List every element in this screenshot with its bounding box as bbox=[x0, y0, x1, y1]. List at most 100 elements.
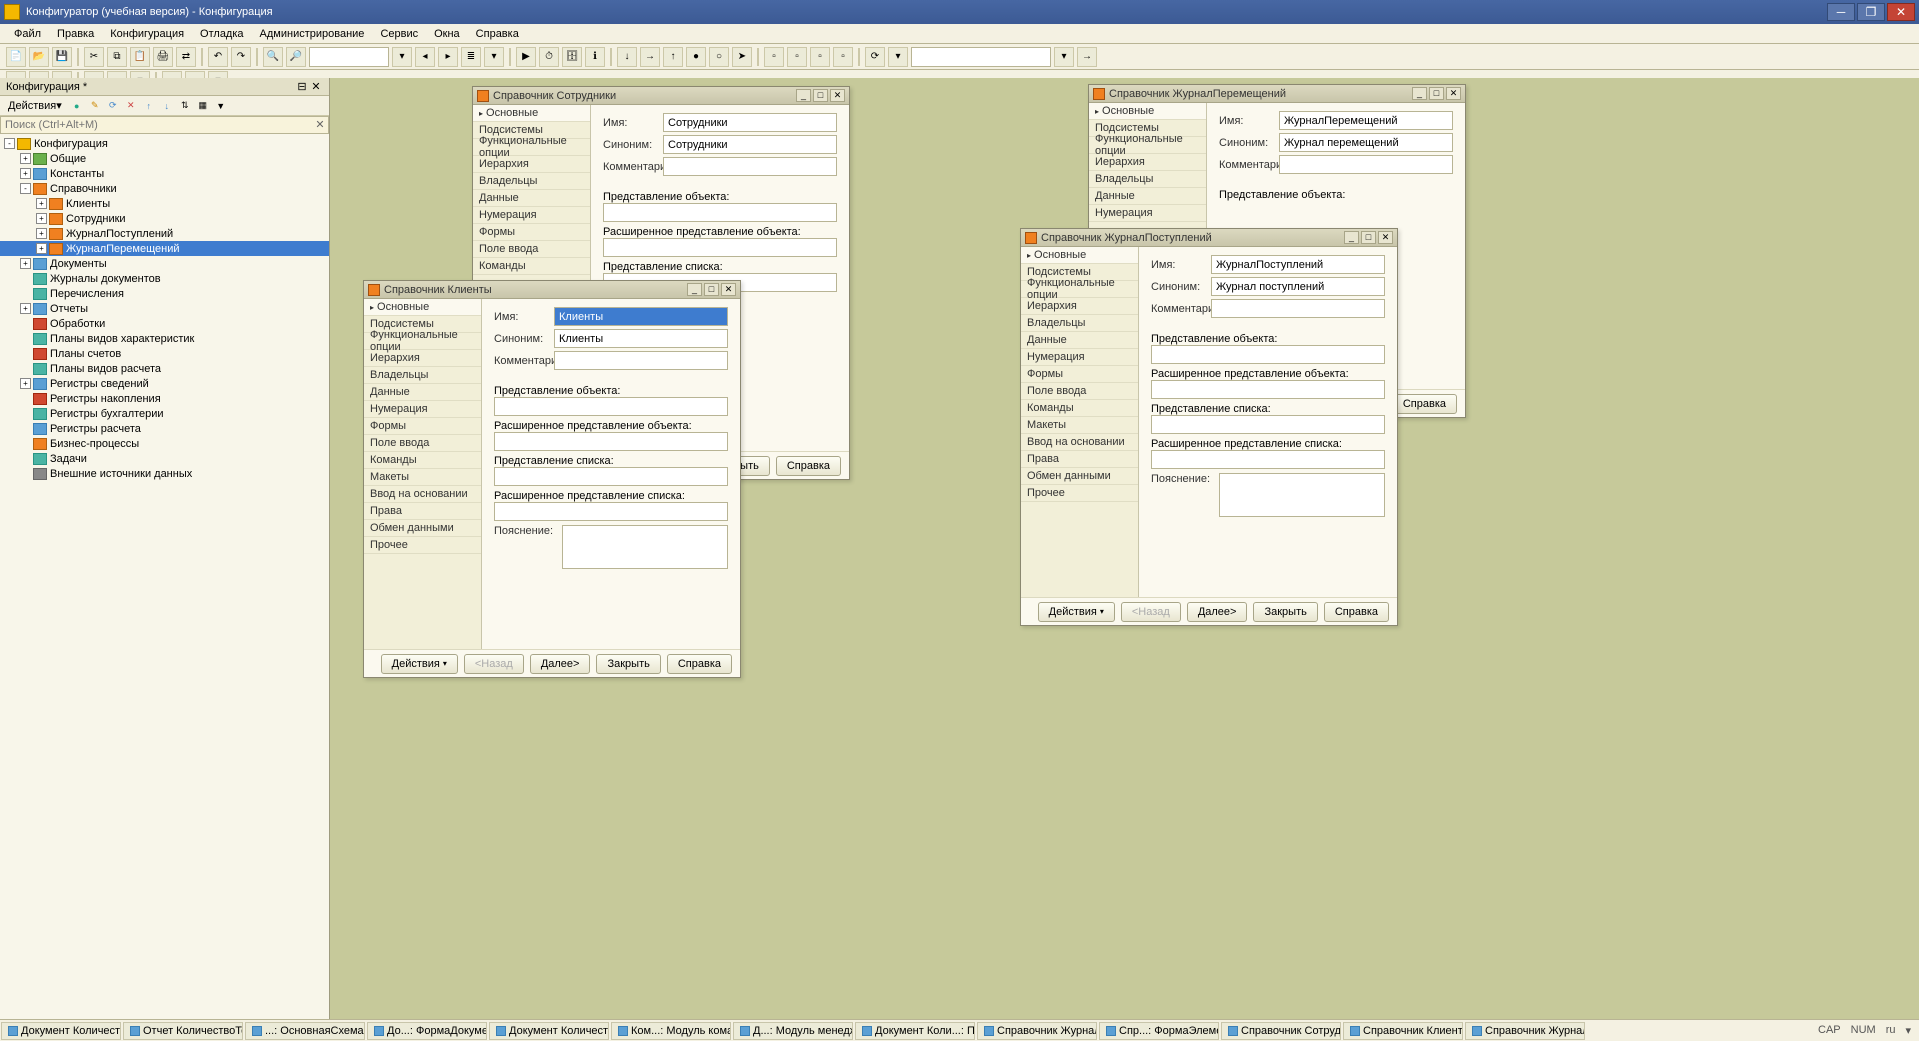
comment-field[interactable] bbox=[1211, 299, 1385, 318]
compare-icon[interactable]: ⇄ bbox=[176, 47, 196, 67]
close-icon[interactable]: ✕ bbox=[1446, 87, 1461, 100]
help-icon[interactable]: ℹ bbox=[585, 47, 605, 67]
tab-Нумерация[interactable]: Нумерация bbox=[1089, 205, 1206, 222]
tab-Формы[interactable]: Формы bbox=[473, 224, 590, 241]
expand-icon[interactable]: - bbox=[4, 138, 15, 149]
comment-field[interactable] bbox=[663, 157, 837, 176]
next-button[interactable]: Далее> bbox=[530, 654, 591, 674]
name-field[interactable] bbox=[1279, 111, 1453, 130]
expand-icon[interactable]: + bbox=[36, 243, 47, 254]
tree-node[interactable]: +Общие bbox=[0, 151, 329, 166]
tab-Обмен данными[interactable]: Обмен данными bbox=[1021, 468, 1138, 485]
tab-Основные[interactable]: Основные bbox=[364, 299, 481, 316]
panel-close-icon[interactable]: ✕ bbox=[309, 80, 323, 94]
actions-button[interactable]: Действия▾ bbox=[381, 654, 458, 674]
comment-field[interactable] bbox=[1279, 155, 1453, 174]
bp-icon[interactable]: ● bbox=[686, 47, 706, 67]
task-button[interactable]: Справочник Сотрудники bbox=[1221, 1022, 1341, 1040]
explanation-field[interactable] bbox=[562, 525, 728, 569]
tree-node[interactable]: Планы видов характеристик bbox=[0, 331, 329, 346]
task-button[interactable]: До...: ФормаДокумента bbox=[367, 1022, 487, 1040]
w4-icon[interactable]: ▫ bbox=[833, 47, 853, 67]
tree-node[interactable]: Перечисления bbox=[0, 286, 329, 301]
menu-help[interactable]: Справка bbox=[468, 26, 527, 42]
tab-Формы[interactable]: Формы bbox=[1021, 366, 1138, 383]
menu-admin[interactable]: Администрирование bbox=[252, 26, 373, 42]
tab-Поле ввода[interactable]: Поле ввода bbox=[1021, 383, 1138, 400]
comment-field[interactable] bbox=[554, 351, 728, 370]
redo-icon[interactable]: ↷ bbox=[231, 47, 251, 67]
tree-node[interactable]: Регистры накопления bbox=[0, 391, 329, 406]
tab-Функциональные опции[interactable]: Функциональные опции bbox=[1089, 137, 1206, 154]
tab-Обмен данными[interactable]: Обмен данными bbox=[364, 520, 481, 537]
expand-icon[interactable]: + bbox=[20, 303, 31, 314]
menu-file[interactable]: Файл bbox=[6, 26, 49, 42]
tab-Данные[interactable]: Данные bbox=[473, 190, 590, 207]
tree-node[interactable]: Внешние источники данных bbox=[0, 466, 329, 481]
name-field[interactable] bbox=[663, 113, 837, 132]
step-in-icon[interactable]: ↓ bbox=[617, 47, 637, 67]
max-icon[interactable]: □ bbox=[1361, 231, 1376, 244]
tab-Функциональные опции[interactable]: Функциональные опции bbox=[473, 139, 590, 156]
save-icon[interactable]: 💾 bbox=[52, 47, 72, 67]
filter-icon[interactable]: ▼ bbox=[214, 99, 228, 113]
maximize-button[interactable]: ❐ bbox=[1857, 3, 1885, 21]
tab-Команды[interactable]: Команды bbox=[473, 258, 590, 275]
add-icon[interactable]: ● bbox=[70, 99, 84, 113]
config-tree[interactable]: -Конфигурация+Общие+Константы-Справочник… bbox=[0, 134, 329, 1019]
window-header[interactable]: Справочник Клиенты _ □ ✕ bbox=[364, 281, 740, 299]
tab-Прочее[interactable]: Прочее bbox=[1021, 485, 1138, 502]
tree-node[interactable]: +ЖурналПеремещений bbox=[0, 241, 329, 256]
tab-Функциональные опции[interactable]: Функциональные опции bbox=[1021, 281, 1138, 298]
combo-field[interactable] bbox=[911, 47, 1051, 67]
tab-Команды[interactable]: Команды bbox=[1021, 400, 1138, 417]
open-icon[interactable]: 📂 bbox=[29, 47, 49, 67]
synonym-field[interactable] bbox=[554, 329, 728, 348]
name-field[interactable] bbox=[554, 307, 728, 326]
name-field[interactable] bbox=[1211, 255, 1385, 274]
paste-icon[interactable]: 📋 bbox=[130, 47, 150, 67]
ext-list-repr-field[interactable] bbox=[494, 502, 728, 521]
obj-repr-field[interactable] bbox=[603, 203, 837, 222]
task-button[interactable]: Документ Количество... bbox=[1, 1022, 121, 1040]
synonym-field[interactable] bbox=[663, 135, 837, 154]
bp-toggle-icon[interactable]: ○ bbox=[709, 47, 729, 67]
sort-icon[interactable]: ⇅ bbox=[178, 99, 192, 113]
ext-obj-repr-field[interactable] bbox=[1151, 380, 1385, 399]
max-icon[interactable]: □ bbox=[1429, 87, 1444, 100]
down-icon[interactable]: ↓ bbox=[160, 99, 174, 113]
w1-icon[interactable]: ▫ bbox=[764, 47, 784, 67]
next-button[interactable]: Далее> bbox=[1187, 602, 1248, 622]
explanation-field[interactable] bbox=[1219, 473, 1385, 517]
expand-icon[interactable]: + bbox=[36, 213, 47, 224]
run-icon[interactable]: ➤ bbox=[732, 47, 752, 67]
expand-icon[interactable]: - bbox=[20, 183, 31, 194]
task-button[interactable]: Ком...: Модуль команды bbox=[611, 1022, 731, 1040]
window-header[interactable]: Справочник ЖурналПоступлений _ □ ✕ bbox=[1021, 229, 1397, 247]
min-icon[interactable]: _ bbox=[796, 89, 811, 102]
more-icon[interactable]: ▾ bbox=[484, 47, 504, 67]
tab-Права[interactable]: Права bbox=[364, 503, 481, 520]
tab-Основные[interactable]: Основные bbox=[1021, 247, 1138, 264]
tab-Ввод на основании[interactable]: Ввод на основании bbox=[1021, 434, 1138, 451]
tree-node[interactable]: Бизнес-процессы bbox=[0, 436, 329, 451]
dd-icon[interactable]: ▾ bbox=[392, 47, 412, 67]
w2-icon[interactable]: ▫ bbox=[787, 47, 807, 67]
tab-Владельцы[interactable]: Владельцы bbox=[1089, 171, 1206, 188]
actions-dropdown[interactable]: Действия ▾ bbox=[4, 98, 66, 114]
ext-obj-repr-field[interactable] bbox=[603, 238, 837, 257]
tree-node[interactable]: Журналы документов bbox=[0, 271, 329, 286]
debug-cfg-icon[interactable]: ⏱ bbox=[539, 47, 559, 67]
back-button[interactable]: <Назад bbox=[464, 654, 524, 674]
tab-Ввод на основании[interactable]: Ввод на основании bbox=[364, 486, 481, 503]
tab-Владельцы[interactable]: Владельцы bbox=[1021, 315, 1138, 332]
menu-windows[interactable]: Окна bbox=[426, 26, 468, 42]
min-icon[interactable]: _ bbox=[1344, 231, 1359, 244]
tab-Владельцы[interactable]: Владельцы bbox=[473, 173, 590, 190]
tree-node[interactable]: +ЖурналПоступлений bbox=[0, 226, 329, 241]
tab-Данные[interactable]: Данные bbox=[364, 384, 481, 401]
task-button[interactable]: Документ Количество... bbox=[489, 1022, 609, 1040]
cut-icon[interactable]: ✂ bbox=[84, 47, 104, 67]
tree-node[interactable]: Регистры бухгалтерии bbox=[0, 406, 329, 421]
tab-Основные[interactable]: Основные bbox=[473, 105, 590, 122]
